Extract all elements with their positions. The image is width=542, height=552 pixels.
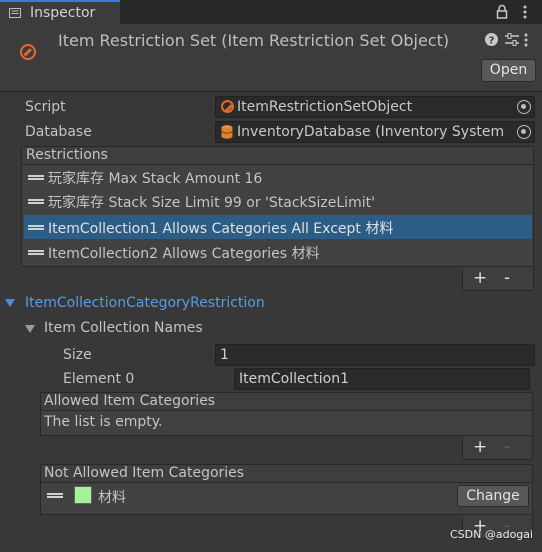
lock-icon[interactable] [495, 4, 509, 20]
restrictions-header: Restrictions [21, 146, 534, 165]
list-item[interactable]: 玩家库存 Max Stack Amount 16 [22, 165, 533, 189]
help-icon[interactable]: ? [485, 33, 498, 46]
size-value: 1 [220, 347, 229, 363]
watermark: CSDN @adogai [450, 528, 534, 541]
remove-allowed-category-button: - [504, 437, 511, 457]
restrictions-list: 玩家库存 Max Stack Amount 16 玩家库存 Stack Size… [21, 165, 534, 267]
allowed-categories-header: Allowed Item Categories [40, 392, 533, 411]
database-label: Database [25, 124, 92, 140]
open-button[interactable]: Open [481, 59, 536, 82]
tab-inspector[interactable]: Inspector [0, 0, 120, 24]
element0-input[interactable]: ItemCollection1 [234, 368, 530, 390]
script-icon [221, 100, 234, 113]
script-object-icon [20, 44, 36, 60]
foldout-expanded-icon[interactable] [5, 299, 15, 307]
empty-list-text: The list is empty. [44, 414, 163, 430]
not-allowed-categories-header: Not Allowed Item Categories [40, 464, 533, 483]
restrictions-header-label: Restrictions [26, 147, 108, 163]
element0-value: ItemCollection1 [239, 371, 350, 387]
database-value: InventoryDatabase (Inventory System D [237, 124, 509, 140]
inspector-header: Item Restriction Set (Item Restriction S… [0, 24, 542, 92]
not-allowed-categories-list: 材料 Change [40, 483, 533, 515]
object-picker-icon[interactable] [517, 100, 531, 114]
add-allowed-category-button[interactable]: + [473, 437, 487, 457]
header-title: Item Restriction Set (Item Restriction S… [58, 31, 450, 50]
allowed-categories-label: Allowed Item Categories [44, 393, 216, 409]
database-icon [221, 125, 233, 139]
size-input[interactable]: 1 [215, 344, 535, 366]
drag-handle-icon[interactable] [28, 199, 44, 204]
section-title[interactable]: ItemCollectionCategoryRestriction [25, 295, 265, 311]
inspector-icon [9, 8, 21, 18]
list-item-label: 玩家库存 Stack Size Limit 99 or 'StackSizeLi… [48, 195, 375, 211]
restrictions-footer: + - [462, 267, 534, 291]
presets-icon[interactable] [505, 33, 519, 46]
list-item-label: ItemCollection2 Allows Categories 材料 [48, 246, 320, 262]
script-label: Script [25, 99, 66, 115]
more-options-icon[interactable] [522, 4, 528, 20]
context-menu-icon[interactable] [523, 33, 529, 47]
allowed-categories-footer: + - [462, 436, 533, 460]
svg-text:?: ? [489, 36, 495, 47]
remove-restriction-button[interactable]: - [504, 268, 510, 288]
list-item-label: 玩家库存 Max Stack Amount 16 [48, 171, 263, 187]
tab-label: Inspector [30, 5, 96, 21]
script-value: ItemRestrictionSetObject [237, 99, 413, 115]
list-item-label: ItemCollection1 Allows Categories All Ex… [48, 221, 394, 237]
list-item-selected[interactable]: ItemCollection1 Allows Categories All Ex… [24, 215, 532, 239]
change-button[interactable]: Change [457, 485, 529, 507]
not-allowed-categories-label: Not Allowed Item Categories [44, 465, 245, 481]
add-restriction-button[interactable]: + [473, 268, 487, 288]
category-name: 材料 [98, 490, 126, 506]
list-item[interactable]: ItemCollection2 Allows Categories 材料 [22, 240, 533, 264]
object-picker-icon[interactable] [517, 125, 531, 139]
drag-handle-icon[interactable] [28, 225, 44, 230]
script-field[interactable]: ItemRestrictionSetObject [215, 96, 535, 118]
database-field[interactable]: InventoryDatabase (Inventory System D [215, 121, 535, 143]
foldout-expanded-icon[interactable] [25, 325, 35, 333]
element0-label: Element 0 [63, 371, 135, 387]
item-collection-names-label[interactable]: Item Collection Names [44, 320, 203, 336]
size-label: Size [63, 347, 92, 363]
drag-handle-icon[interactable] [28, 175, 44, 180]
category-color-swatch [74, 486, 92, 504]
list-item[interactable]: 玩家库存 Stack Size Limit 99 or 'StackSizeLi… [22, 189, 533, 214]
drag-handle-icon[interactable] [47, 493, 63, 498]
allowed-categories-list: The list is empty. [40, 411, 533, 436]
drag-handle-icon[interactable] [28, 250, 44, 255]
tab-bar: Inspector [0, 0, 542, 24]
